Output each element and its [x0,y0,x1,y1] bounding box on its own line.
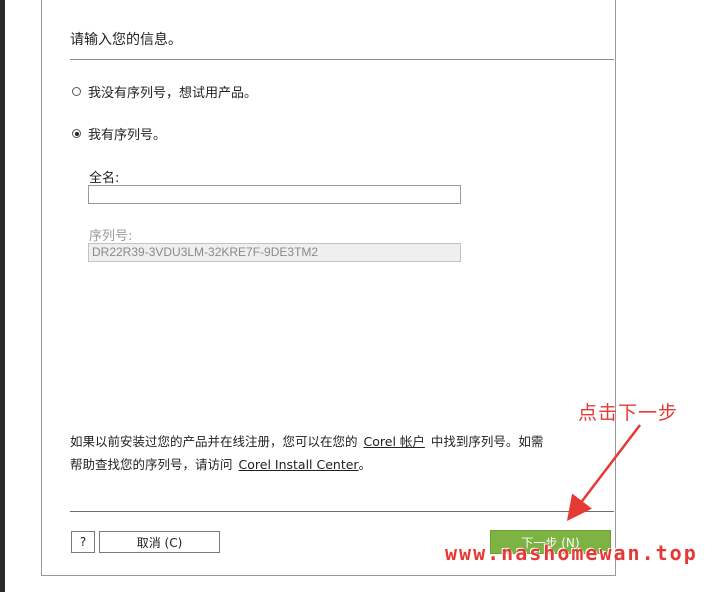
option-serial[interactable]: 我有序列号。 [72,124,166,143]
info-line2-text: 帮助查找您的序列号，请访问 [70,457,233,472]
cancel-button[interactable]: 取消 (C) [99,531,220,553]
serial-number-field: DR22R39-3VDU3LM-32KRE7F-9DE3TM2 [88,243,461,262]
footer-divider [70,511,614,512]
serial-label: 序列号: [89,229,133,244]
option-serial-label: 我有序列号。 [88,128,167,143]
help-button[interactable]: ? [71,531,95,553]
corel-account-link[interactable]: Corel 帐户 [364,434,425,449]
click-next-annotation: 点击下一步 [578,402,679,424]
option-trial-label: 我没有序列号，想试用产品。 [88,86,258,101]
background-edge [0,0,5,592]
radio-checked-icon[interactable] [72,129,81,138]
page-title: 请输入您的信息。 [70,32,182,48]
fullname-input[interactable] [88,185,461,204]
fullname-label: 全名: [89,171,120,186]
title-divider [70,59,614,60]
serial-help-text: 如果以前安装过您的产品并在线注册，您可以在您的 Corel 帐户 中找到序列号。如需… [70,430,618,476]
dialog-right-edge [615,92,616,576]
radio-unchecked-icon[interactable] [72,87,81,96]
option-trial[interactable]: 我没有序列号，想试用产品。 [72,82,257,101]
corel-install-center-link[interactable]: Corel Install Center [239,457,359,472]
info-line1-text: 如果以前安装过您的产品并在线注册，您可以在您的 [70,434,358,449]
watermark-text: www.nashomewan.top [445,541,698,565]
info-line1-tail: 中找到序列号。如需 [430,434,544,449]
info-line2-tail: 。 [358,457,372,472]
